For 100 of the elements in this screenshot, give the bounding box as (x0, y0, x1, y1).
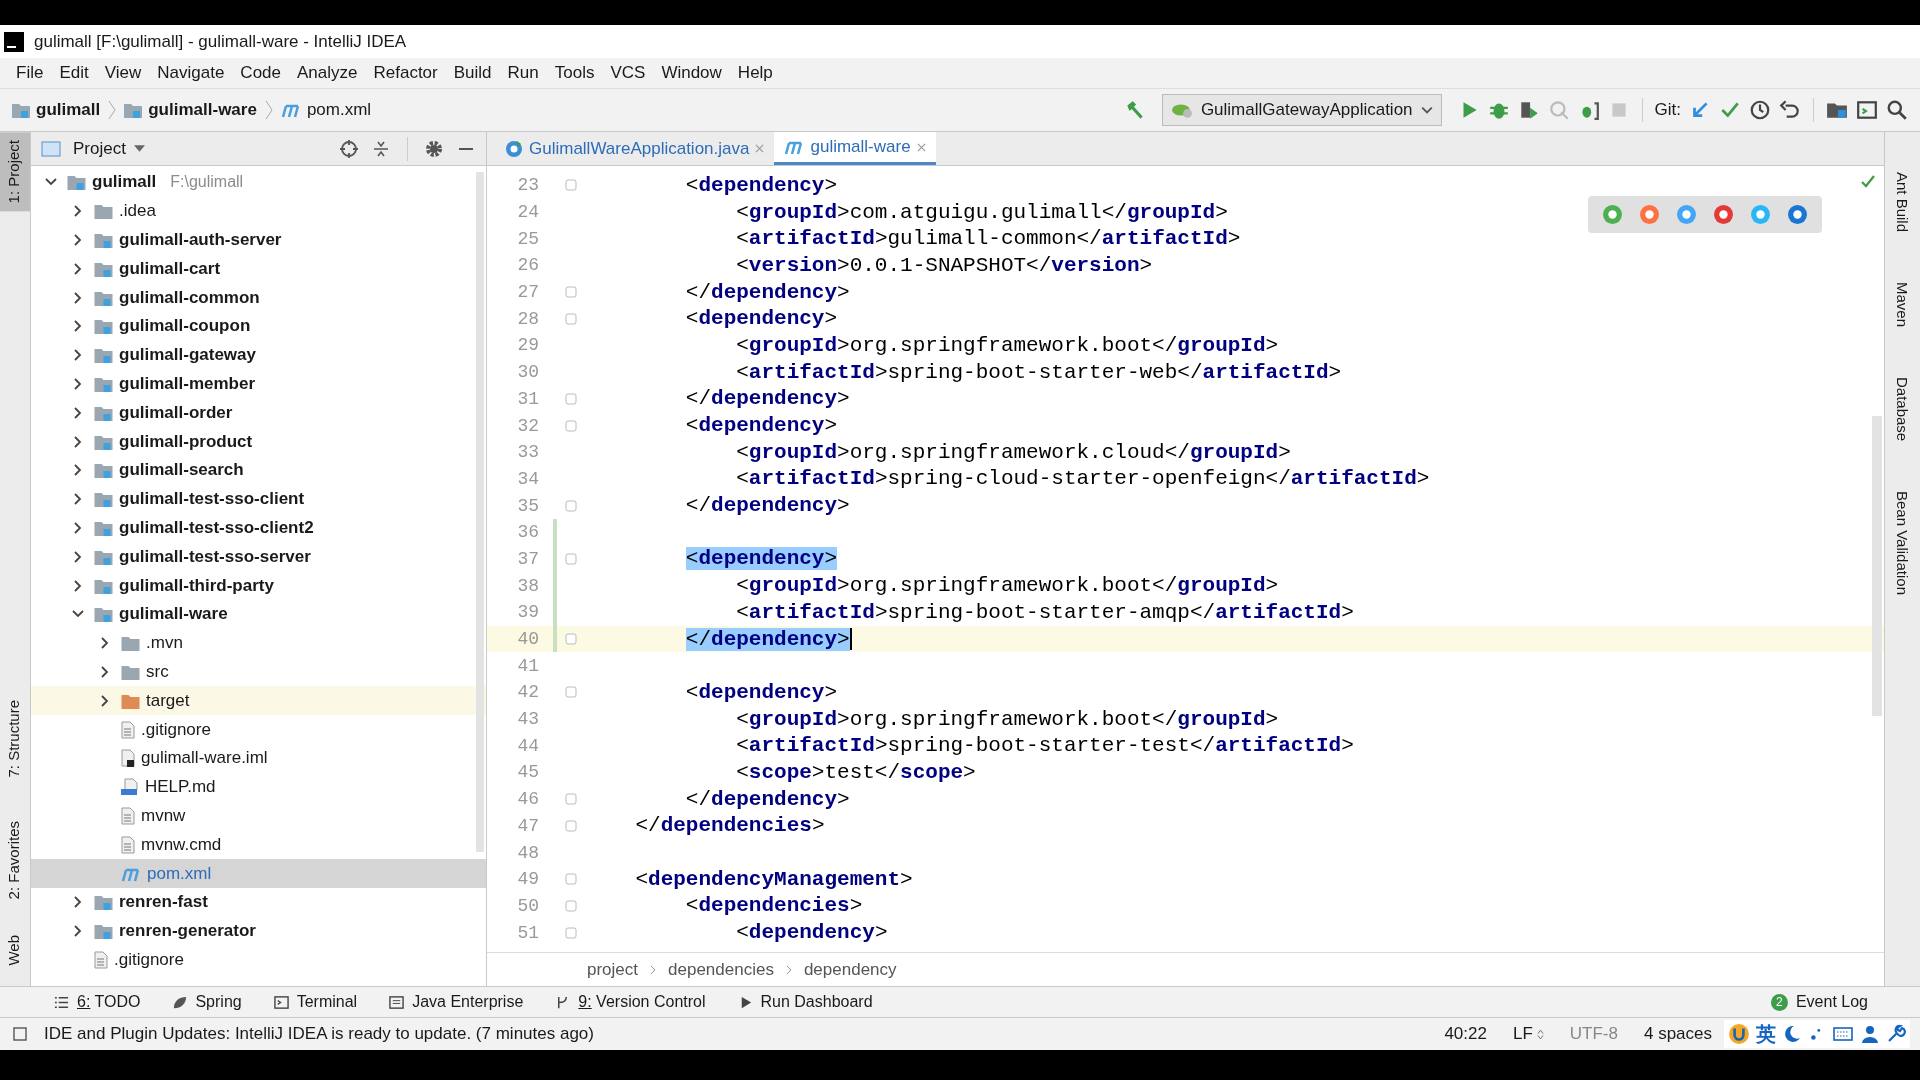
settings-icon[interactable] (424, 138, 444, 159)
tool-window-tab[interactable]: Ant Build (1894, 172, 1911, 233)
moon-icon[interactable] (1782, 1024, 1802, 1044)
browser-icon[interactable] (1713, 204, 1734, 225)
fold-marker-icon[interactable] (565, 873, 577, 886)
browser-icon[interactable] (1787, 204, 1808, 225)
nav-path-item[interactable]: gulimall-ware (148, 100, 257, 120)
clock-icon[interactable] (1749, 99, 1771, 121)
tool-window-button[interactable]: Java Enterprise (375, 993, 538, 1011)
tree-row[interactable]: gulimall-product (31, 427, 486, 456)
tool-window-tab[interactable]: 2: Favorites (0, 813, 30, 908)
fold-marker-icon[interactable] (565, 686, 577, 699)
fold-marker-icon[interactable] (565, 392, 577, 405)
menu-item[interactable]: Run (499, 63, 547, 83)
caret-position[interactable]: 40:22 (1444, 1024, 1487, 1044)
fold-marker-icon[interactable] (565, 179, 577, 192)
fold-marker-icon[interactable] (565, 633, 577, 646)
tool-window-tab[interactable]: Maven (1894, 282, 1911, 328)
menu-item[interactable]: Analyze (289, 63, 366, 83)
tree-row[interactable]: renren-fast (31, 887, 486, 917)
tree-row[interactable]: gulimall-gateway (31, 340, 486, 370)
tool-window-tab[interactable]: Database (1894, 377, 1911, 442)
line-separator[interactable]: LF (1512, 1024, 1533, 1044)
tool-window-button[interactable]: 9: Version Control (541, 993, 720, 1011)
menu-item[interactable]: File (8, 63, 52, 83)
keyboard-icon[interactable] (1832, 1024, 1854, 1044)
tool-window-button[interactable]: 6: TODO (40, 993, 155, 1011)
tool-window-tab[interactable]: Bean Validation (1894, 491, 1911, 596)
tree-row[interactable]: .idea (31, 196, 486, 226)
tree-row[interactable]: gulimall-test-sso-client2 (31, 513, 486, 543)
indent-setting[interactable]: 4 spaces (1643, 1024, 1712, 1044)
menu-item[interactable]: Build (445, 63, 500, 83)
menu-item[interactable]: View (96, 63, 150, 83)
fold-marker-icon[interactable] (565, 819, 577, 832)
close-icon[interactable] (916, 142, 926, 152)
tree-row[interactable]: gulimall-coupon (31, 312, 486, 341)
status-message[interactable]: IDE and Plugin Updates: IntelliJ IDEA is ready to update. (7 minutes ago) (44, 1024, 594, 1044)
tree-row[interactable]: gulimall-cart (31, 254, 486, 284)
tree-row[interactable]: .mvn (31, 628, 486, 658)
tree-row[interactable]: .gitignore (31, 715, 486, 744)
menu-item[interactable]: Code (232, 63, 289, 83)
fold-marker-icon[interactable] (565, 899, 577, 912)
breadcrumb-item[interactable]: project (587, 959, 639, 980)
ime-logo-icon[interactable] (1728, 1023, 1750, 1045)
tree-row[interactable]: gulimall-order (31, 398, 486, 428)
undo-icon[interactable] (1779, 99, 1801, 121)
fold-marker-icon[interactable] (565, 312, 577, 325)
tree-row[interactable]: mvnw (31, 801, 486, 831)
fold-marker-icon[interactable] (565, 552, 577, 565)
fold-marker-icon[interactable] (565, 926, 577, 939)
fold-marker-icon[interactable] (565, 499, 577, 512)
browser-icon[interactable] (1602, 204, 1623, 225)
dropdown-caret-icon[interactable] (133, 145, 145, 152)
tree-row[interactable]: HELP.md (31, 772, 486, 802)
editor-tab[interactable]: gulimall-ware (774, 132, 936, 165)
tree-row[interactable]: gulimall-third-party (31, 571, 486, 600)
tool-window-tab[interactable]: Web (0, 927, 30, 974)
tree-row[interactable]: gulimall-ware.iml (31, 743, 486, 773)
tree-row[interactable]: gulimall-common (31, 283, 486, 312)
tree-row[interactable]: mvnw.cmd (31, 830, 486, 860)
ime-language-toggle[interactable]: 英 (1756, 1020, 1776, 1048)
fold-marker-icon[interactable] (565, 419, 577, 432)
nav-path-item[interactable]: gulimall (36, 100, 101, 120)
menu-item[interactable]: Navigate (149, 63, 233, 83)
status-toggle-icon[interactable] (12, 1026, 28, 1042)
menu-item[interactable]: Window (653, 63, 730, 83)
menu-item[interactable]: Edit (51, 63, 97, 83)
window-icon[interactable] (1856, 99, 1878, 121)
fold-marker-icon[interactable] (565, 286, 577, 299)
event-log-button[interactable]: 2 Event Log (1756, 993, 1882, 1011)
breadcrumb-item[interactable]: dependencies (668, 959, 774, 980)
tree-row[interactable]: pom.xml (31, 859, 486, 888)
tree-row[interactable]: target (31, 686, 486, 716)
tree-row[interactable]: gulimall-search (31, 455, 486, 485)
wrench-icon[interactable] (1886, 1024, 1906, 1044)
tool-window-tab[interactable]: 7: Structure (0, 691, 30, 786)
tool-window-button[interactable]: Run Dashboard (723, 993, 887, 1011)
scrollbar-thumb[interactable] (476, 172, 484, 852)
tree-row[interactable]: gulimall-member (31, 369, 486, 399)
panel-title-dropdown[interactable]: Project (73, 138, 126, 159)
menu-item[interactable]: VCS (602, 63, 654, 83)
user-icon[interactable] (1860, 1024, 1880, 1044)
menu-item[interactable]: Refactor (365, 63, 446, 83)
tree-row[interactable]: gulimall-test-sso-server (31, 542, 486, 572)
menu-item[interactable]: Help (729, 63, 781, 83)
tool-window-tab[interactable]: 1: Project (0, 132, 30, 212)
browser-icon[interactable] (1676, 204, 1697, 225)
tool-window-button[interactable]: Spring (158, 993, 256, 1011)
tool-window-button[interactable]: Terminal (259, 993, 372, 1011)
tree-row[interactable]: gulimall-test-sso-client (31, 484, 486, 514)
browser-icon[interactable] (1639, 204, 1660, 225)
search-icon[interactable] (1886, 99, 1908, 121)
run-config-dropdown[interactable]: GulimallGatewayApplication (1161, 94, 1442, 126)
tree-row[interactable]: renren-generator (31, 916, 486, 946)
editor-tab[interactable]: GulimallWareApplication.java (495, 132, 775, 165)
nav-path-item[interactable]: pom.xml (306, 100, 372, 120)
tree-row[interactable]: gulimall F:\gulimall (31, 168, 486, 197)
tree-row[interactable]: gulimall-auth-server (31, 225, 486, 255)
menu-item[interactable]: Tools (546, 63, 603, 83)
fold-marker-icon[interactable] (565, 793, 577, 806)
